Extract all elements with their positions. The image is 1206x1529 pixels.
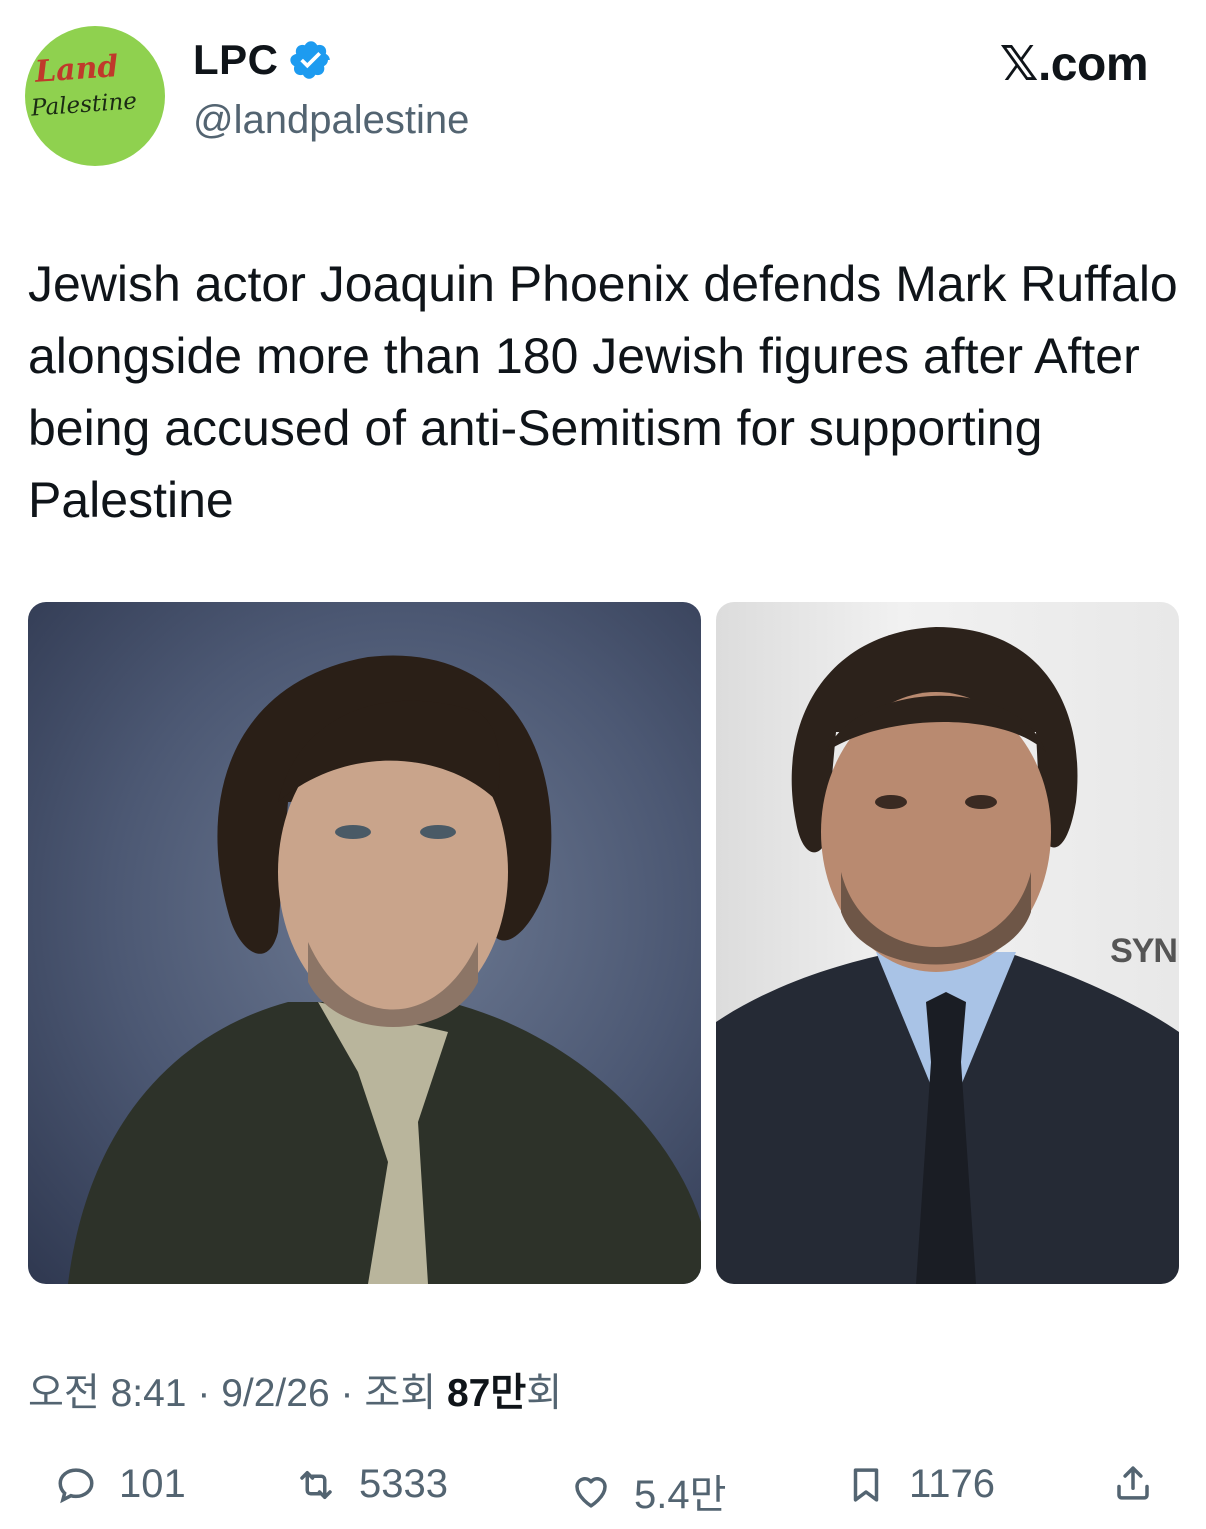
display-name[interactable]: LPC	[193, 36, 279, 84]
meta-separator: ·	[340, 1372, 354, 1415]
portrait-illustration	[68, 655, 701, 1284]
meta-separator: ·	[197, 1372, 211, 1415]
repost-button[interactable]: 5333	[295, 1462, 448, 1507]
backdrop-text: SYN	[1110, 932, 1178, 970]
repost-icon	[300, 1470, 332, 1499]
verified-badge-icon	[289, 41, 330, 79]
avatar-text-palestine: Palestine	[30, 88, 138, 122]
reply-icon	[58, 1467, 94, 1503]
like-button[interactable]: 5.4만	[570, 1462, 726, 1520]
bookmark-button[interactable]: 1176	[845, 1462, 995, 1507]
post-time[interactable]: 오전 8:41	[28, 1372, 187, 1415]
avatar[interactable]: Land Palestine	[25, 26, 165, 166]
heart-icon	[575, 1477, 607, 1508]
views-count: 87만	[446, 1372, 527, 1415]
bookmark-count: 1176	[909, 1462, 996, 1506]
views-suffix: 회	[526, 1372, 563, 1415]
share-icon	[1117, 1466, 1149, 1500]
bookmark-icon	[853, 1467, 879, 1502]
like-count: 5.4만	[634, 1473, 727, 1517]
post-meta: 오전 8:41 · 9/2/26 · 조회 87만회	[28, 1362, 562, 1418]
author-name-row: LPC	[193, 36, 333, 84]
author-handle[interactable]: @landpalestine	[193, 98, 469, 143]
post-date[interactable]: 9/2/26	[221, 1372, 329, 1415]
reply-button[interactable]: 101	[55, 1462, 186, 1507]
x-com-logo: 𝕏.com	[999, 38, 1149, 91]
action-bar: 101 5333 5.4만 1176	[0, 1462, 1206, 1522]
avatar-text-land: Land	[33, 49, 120, 90]
views-label: 조회	[364, 1372, 437, 1415]
repost-count: 5333	[359, 1462, 448, 1506]
share-button[interactable]	[1112, 1462, 1154, 1504]
post-text: Jewish actor Joaquin Phoenix defends Mar…	[28, 256, 1178, 528]
photo-joaquin-phoenix[interactable]	[28, 602, 701, 1284]
photo-mark-ruffalo[interactable]: SYN	[716, 602, 1179, 1284]
reply-count: 101	[119, 1462, 186, 1506]
